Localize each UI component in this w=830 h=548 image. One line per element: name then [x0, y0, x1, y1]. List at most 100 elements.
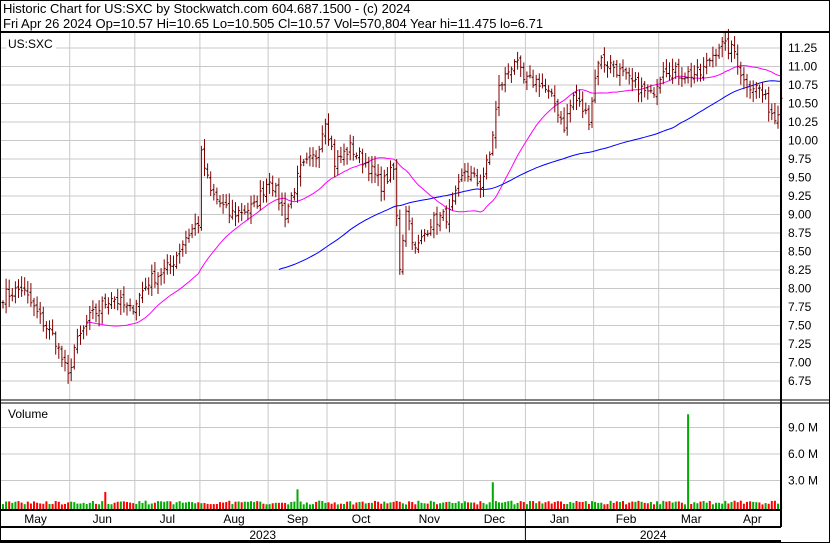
volume-bar	[761, 504, 764, 509]
volume-bar	[637, 500, 640, 509]
volume-bar	[8, 501, 11, 509]
volume-bar	[488, 502, 491, 509]
volume-bar	[724, 500, 727, 509]
volume-bar	[169, 501, 172, 509]
volume-bar	[166, 501, 169, 509]
volume-bar	[150, 503, 153, 509]
volume-bar	[699, 501, 702, 509]
volume-bar	[194, 503, 197, 509]
volume-bar	[401, 503, 404, 509]
month-label: Nov	[419, 512, 440, 526]
month-label: Mar	[681, 512, 702, 526]
volume-bar	[243, 501, 246, 509]
price-tick-label: 10.25	[788, 115, 818, 129]
volume-bar	[525, 504, 528, 509]
volume-bar	[122, 501, 125, 509]
volume-bar	[364, 503, 367, 509]
volume-bar	[411, 502, 414, 509]
volume-bar	[318, 500, 321, 509]
volume-bar	[228, 500, 231, 509]
volume-bar	[485, 504, 488, 509]
month-label: Apr	[743, 512, 762, 526]
volume-bar	[600, 502, 603, 509]
volume-bar	[203, 502, 206, 509]
volume-bar	[386, 503, 389, 509]
volume-bar	[119, 501, 122, 509]
volume-bar	[715, 502, 717, 509]
volume-bar	[5, 501, 8, 509]
volume-bar	[330, 503, 333, 509]
volume-bar	[625, 504, 628, 509]
volume-bar	[603, 504, 606, 509]
volume-bar	[609, 500, 612, 509]
month-label: Oct	[352, 512, 371, 526]
volume-bar	[749, 501, 752, 509]
volume-bar	[436, 504, 438, 509]
volume-bar	[29, 503, 32, 509]
volume-bar	[181, 502, 184, 509]
volume-bar	[153, 502, 156, 509]
volume-bar	[51, 503, 54, 509]
volume-bar	[392, 501, 395, 509]
volume-bar	[73, 502, 76, 509]
volume-bar	[54, 501, 57, 509]
volume-bar	[277, 502, 280, 509]
volume-bar	[696, 503, 699, 509]
volume-bar	[23, 504, 26, 509]
volume-bar	[587, 503, 590, 509]
volume-bar	[370, 502, 373, 509]
volume-bar	[439, 503, 442, 509]
volume-bar	[640, 501, 643, 509]
volume-bar	[343, 503, 345, 509]
volume-bar	[274, 502, 277, 509]
volume-bar	[36, 502, 39, 509]
volume-bar	[457, 501, 460, 509]
volume-bar	[498, 502, 500, 509]
volume-bar	[767, 503, 770, 509]
volume-bar	[426, 503, 429, 509]
volume-bar	[538, 501, 541, 509]
price-tick-label: 8.00	[788, 282, 812, 296]
volume-label: Volume	[8, 407, 48, 421]
volume-bar	[727, 503, 730, 509]
volume-bar	[656, 501, 659, 509]
volume-bar	[668, 501, 671, 509]
volume-bar	[414, 504, 417, 509]
volume-bar	[730, 502, 733, 509]
volume-bar	[395, 500, 398, 509]
volume-bar	[445, 502, 448, 509]
volume-bar	[240, 502, 243, 509]
month-label: Feb	[616, 512, 637, 526]
volume-bar	[225, 502, 228, 509]
volume-bar	[662, 500, 665, 509]
volume-bar	[451, 502, 454, 509]
volume-bar	[677, 501, 680, 509]
volume-bar	[594, 501, 597, 509]
volume-bar	[184, 502, 187, 509]
volume-bar	[209, 504, 212, 509]
volume-bar	[281, 502, 283, 509]
volume-bar	[60, 504, 63, 509]
volume-bar	[615, 501, 618, 509]
volume-bar	[612, 502, 615, 509]
volume-bar	[680, 502, 683, 509]
price-tick-label: 7.75	[788, 300, 812, 314]
volume-bar	[671, 502, 674, 509]
volume-bar	[219, 502, 221, 509]
volume-bar	[287, 504, 290, 509]
volume-bar	[643, 502, 646, 509]
volume-bar	[135, 503, 138, 509]
volume-bar	[684, 504, 686, 509]
volume-bar	[659, 504, 662, 509]
volume-bar	[352, 504, 355, 509]
chart-title: Historic Chart for US:SXC by Stockwatch.…	[3, 1, 411, 16]
volume-bar	[566, 504, 569, 509]
volume-bar	[212, 504, 215, 509]
volume-bar	[742, 503, 745, 509]
volume-bar	[702, 500, 705, 509]
volume-bar	[355, 502, 358, 509]
volume-bar	[519, 501, 522, 509]
price-tick-label: 7.50	[788, 319, 812, 333]
volume-bar	[532, 501, 535, 509]
volume-bar	[197, 502, 200, 509]
